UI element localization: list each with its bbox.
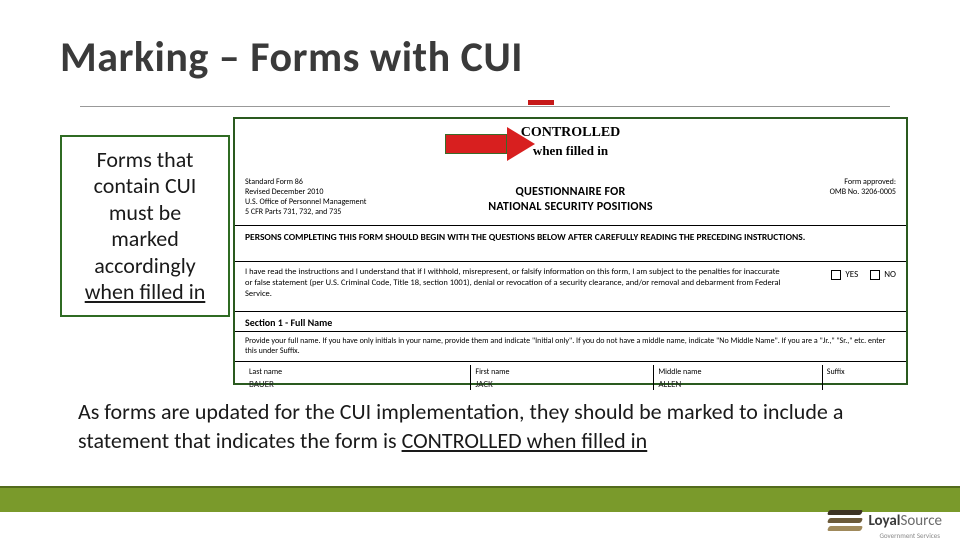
form-header: QUESTIONNAIRE FOR NATIONAL SECURITY POSI… <box>488 185 652 215</box>
logo-light: Source <box>901 512 943 530</box>
logo-bold: Loyal <box>868 512 900 530</box>
name-fields: Last name BAUER First name JACK Middle n… <box>245 365 896 390</box>
yes-checkbox[interactable]: YES <box>831 269 858 280</box>
field-label: Last name <box>249 367 466 377</box>
logo-subtext: Government Services <box>879 531 940 540</box>
title-underline <box>80 106 890 107</box>
divider <box>235 225 906 226</box>
slide-root: Marking – Forms with CUI Forms that cont… <box>0 0 960 540</box>
callout-line: contain CUI <box>68 173 222 199</box>
meta-line: 5 CFR Parts 731, 732, and 735 <box>245 207 366 217</box>
field-label: Middle name <box>658 367 817 377</box>
form-meta-right: Form approved: OMB No. 3206-0005 <box>830 177 896 197</box>
instruction-banner: PERSONS COMPLETING THIS FORM SHOULD BEGI… <box>245 231 896 243</box>
last-name-cell: Last name BAUER <box>245 365 471 390</box>
form-header-line: QUESTIONNAIRE FOR <box>488 185 652 200</box>
field-label: Suffix <box>827 367 892 377</box>
meta-line: OMB No. 3206-0005 <box>830 187 896 197</box>
middle-name-cell: Middle name ALLEN <box>654 365 822 390</box>
when-filled-label: when filled in <box>521 143 621 159</box>
controlled-label: CONTROLLED <box>521 125 621 141</box>
callout-line: Forms that <box>68 147 222 173</box>
acknowledgement-text: I have read the instructions and I under… <box>245 267 786 300</box>
section-1-instructions: Provide your full name. If you have only… <box>245 336 896 357</box>
footer-bar <box>0 488 960 512</box>
no-label: NO <box>884 269 896 280</box>
slide-title: Marking – Forms with CUI <box>60 32 523 83</box>
logo-text: LoyalSource <box>868 512 942 530</box>
form-meta-left: Standard Form 86 Revised December 2010 U… <box>245 177 366 217</box>
sample-form: CONTROLLED when filled in Standard Form … <box>233 117 908 385</box>
no-checkbox[interactable]: NO <box>870 269 896 280</box>
bottom-text-underlined: CONTROLLED when filled in <box>402 427 648 454</box>
section-1-label: Section 1 - Full Name <box>245 316 332 329</box>
meta-line: Revised December 2010 <box>245 187 366 197</box>
logo-mark-icon <box>828 508 862 534</box>
yes-no-group: YES NO <box>831 269 896 280</box>
divider <box>235 331 906 332</box>
callout-box: Forms that contain CUI must be marked ac… <box>60 135 230 317</box>
field-value: BAUER <box>249 379 466 390</box>
callout-line: accordingly <box>68 253 222 279</box>
meta-line: U.S. Office of Personnel Management <box>245 197 366 207</box>
meta-line: Form approved: <box>830 177 896 187</box>
callout-line: marked <box>68 226 222 252</box>
divider <box>235 361 906 362</box>
form-header-line: NATIONAL SECURITY POSITIONS <box>488 200 652 215</box>
checkbox-icon <box>831 270 841 280</box>
bottom-paragraph: As forms are updated for the CUI impleme… <box>78 398 906 455</box>
callout-line: must be <box>68 200 222 226</box>
checkbox-icon <box>870 270 880 280</box>
controlled-marking: CONTROLLED when filled in <box>521 125 621 159</box>
meta-line: Standard Form 86 <box>245 177 366 187</box>
divider <box>235 261 906 262</box>
field-value: JACK <box>475 379 649 390</box>
first-name-cell: First name JACK <box>471 365 654 390</box>
field-label: First name <box>475 367 649 377</box>
red-tick <box>528 100 554 105</box>
callout-line-underlined: when filled in <box>68 279 222 305</box>
divider <box>235 311 906 312</box>
yes-label: YES <box>845 269 858 280</box>
field-value: ALLEN <box>658 379 817 390</box>
suffix-cell: Suffix <box>823 365 896 390</box>
